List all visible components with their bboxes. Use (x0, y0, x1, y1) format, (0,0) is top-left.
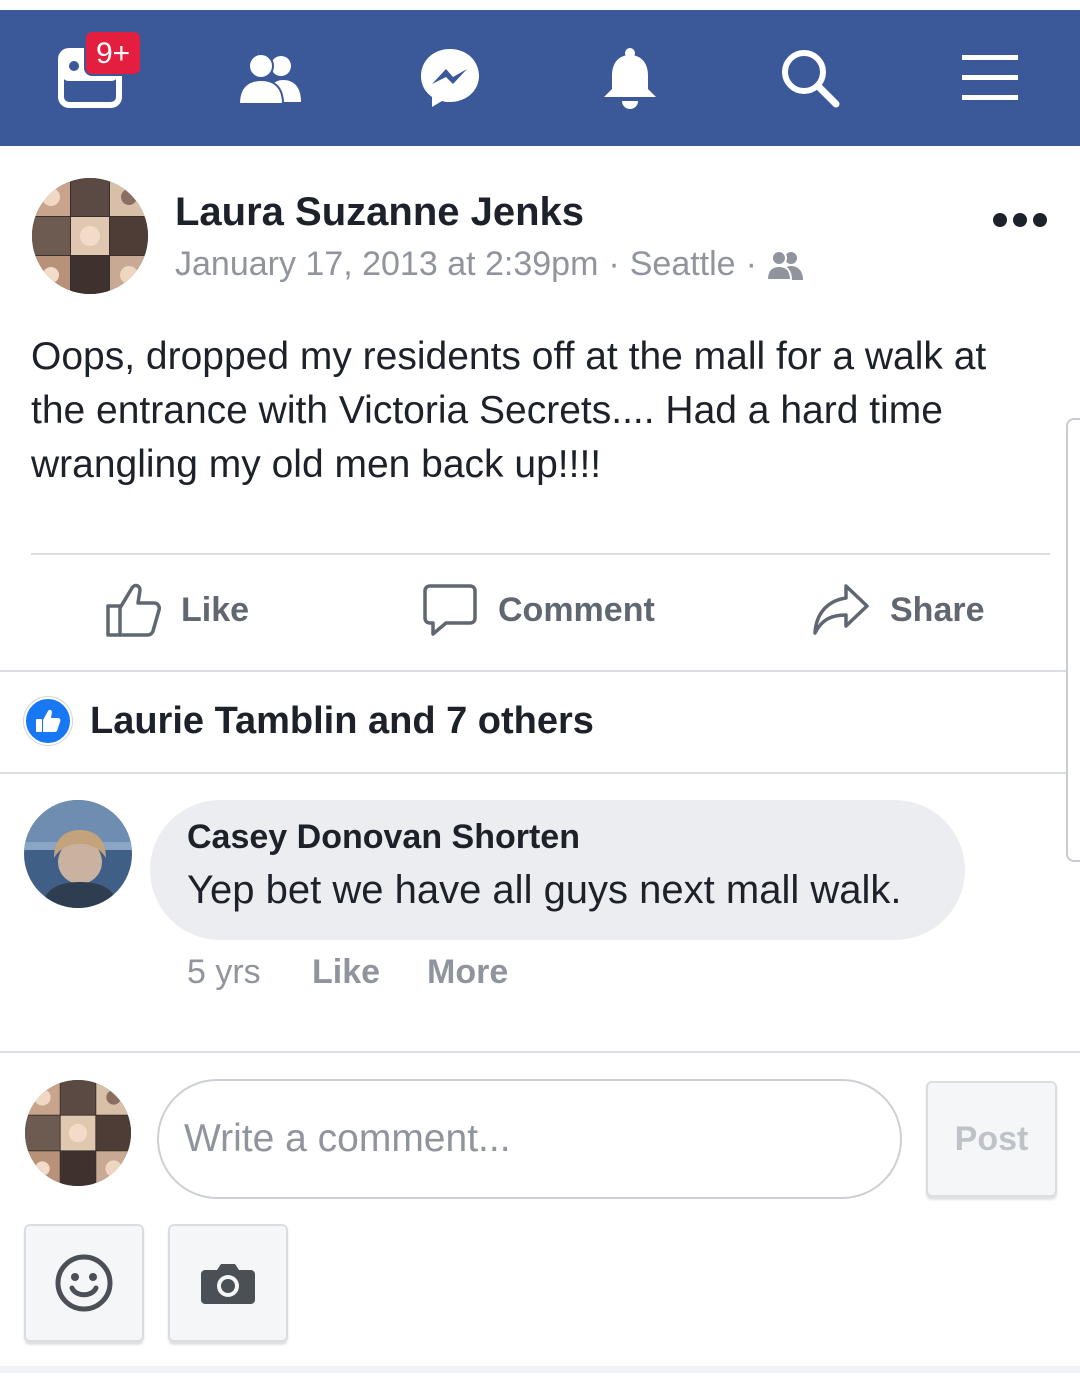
comment-bubble-icon (423, 584, 477, 636)
scrollbar[interactable] (1066, 418, 1080, 862)
share-button-label: Share (890, 590, 985, 629)
comment-button[interactable]: Comment (422, 575, 655, 645)
messenger-icon (421, 49, 479, 107)
camera-icon (201, 1264, 255, 1304)
comment-more-link[interactable]: More (427, 953, 508, 992)
post-location[interactable]: Seattle (630, 245, 736, 284)
nav-messenger[interactable] (360, 10, 540, 146)
comment-like-link[interactable]: Like (312, 953, 380, 992)
comment-author-name[interactable]: Casey Donovan Shorten (187, 818, 580, 857)
camera-button[interactable] (168, 1224, 288, 1342)
divider (0, 670, 1080, 672)
nav-friends[interactable] (180, 10, 360, 146)
divider (0, 772, 1080, 774)
like-button[interactable]: Like (105, 575, 249, 645)
thumbs-up-outline-icon (106, 583, 161, 637)
hamburger-menu-icon (962, 55, 1018, 100)
nav-news-feed[interactable]: 9+ (0, 10, 180, 146)
nav-search[interactable] (720, 10, 900, 146)
post-body: Oops, dropped my residents off at the ma… (31, 335, 987, 486)
commenter-avatar-photo (24, 800, 132, 908)
status-strip (0, 0, 1080, 10)
share-arrow-icon (813, 584, 869, 635)
post-meta: January 17, 2013 at 2:39pm · Seattle · (175, 245, 803, 284)
like-reaction-icon (24, 697, 72, 745)
current-user-avatar (25, 1080, 131, 1186)
smiley-icon (55, 1254, 113, 1312)
notification-badge: 9+ (84, 30, 143, 76)
comment-timestamp[interactable]: 5 yrs (187, 953, 261, 992)
bottom-strip (0, 1366, 1080, 1373)
share-button[interactable]: Share (812, 575, 985, 645)
meta-separator: · (745, 245, 757, 283)
comment-input[interactable] (157, 1079, 902, 1199)
friends-icon (239, 53, 301, 104)
comment-text: Yep bet we have all guys next mall walk. (187, 868, 902, 912)
post-comment-button[interactable]: Post (926, 1081, 1057, 1197)
post-date[interactable]: January 17, 2013 at 2:39pm (175, 245, 598, 284)
like-button-label: Like (181, 590, 250, 629)
author-avatar[interactable] (32, 178, 148, 294)
divider (0, 1051, 1080, 1053)
nav-menu[interactable] (900, 10, 1080, 146)
friends-audience-icon (766, 249, 803, 280)
current-user-avatar-photo-collage (25, 1080, 131, 1186)
search-icon (782, 50, 840, 108)
comment-button-label: Comment (498, 590, 655, 629)
author-avatar-photo-collage (32, 178, 148, 294)
commenter-avatar[interactable] (24, 800, 132, 908)
emoji-button[interactable] (24, 1224, 144, 1342)
likes-summary[interactable]: Laurie Tamblin and 7 others (24, 697, 594, 745)
divider (31, 553, 1050, 555)
top-navbar: 9+ (0, 10, 1080, 146)
more-options-icon[interactable] (990, 205, 1050, 235)
nav-notifications[interactable] (540, 10, 720, 146)
likes-summary-text: Laurie Tamblin and 7 others (90, 699, 594, 742)
bell-icon (604, 48, 656, 109)
post-author-name[interactable]: Laura Suzanne Jenks (175, 190, 584, 235)
meta-separator: · (608, 245, 620, 283)
